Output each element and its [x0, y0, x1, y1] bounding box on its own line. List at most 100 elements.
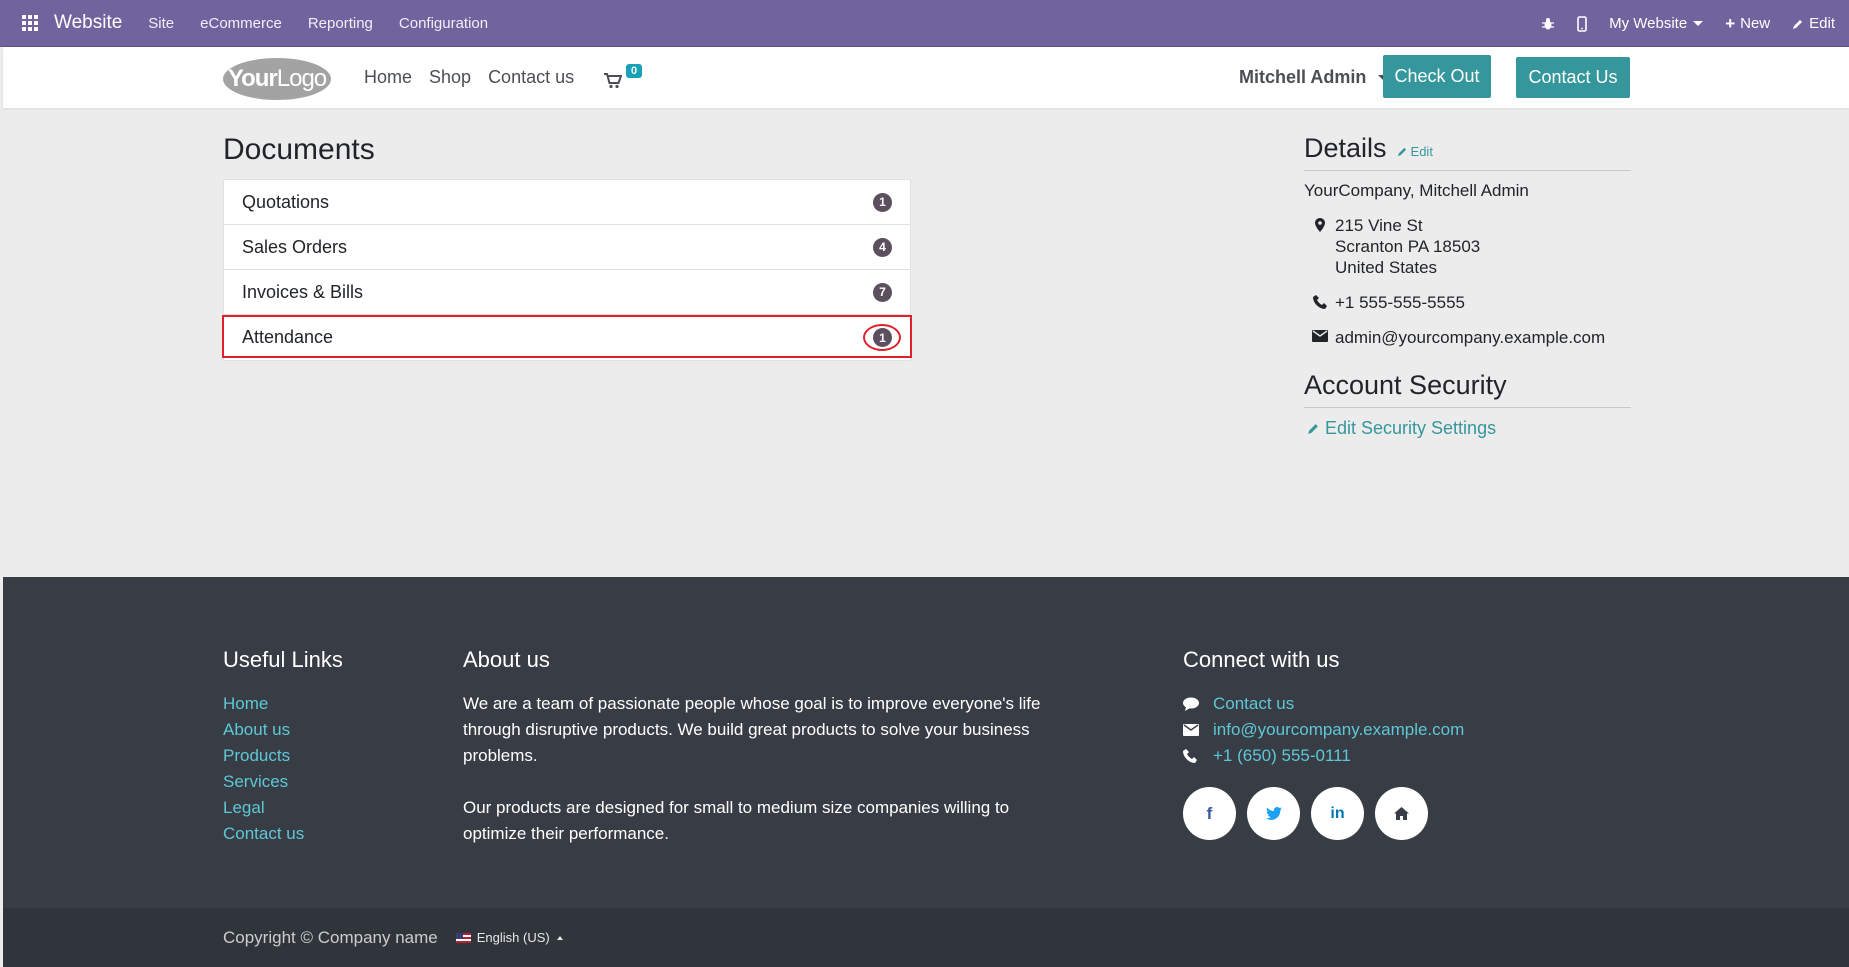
shopping-cart-icon	[604, 73, 622, 89]
documents-list: Quotations 1 Sales Orders 4 Invoices & B…	[223, 179, 911, 361]
doc-row-label: Sales Orders	[242, 236, 348, 257]
phone-number: +1 555-555-5555	[1335, 293, 1465, 312]
nav-shop[interactable]: Shop	[429, 67, 471, 88]
connect-contact-row[interactable]: Contact us	[1183, 691, 1464, 717]
connect-contact-link[interactable]: Contact us	[1213, 691, 1294, 717]
footer-link-about-us[interactable]: About us	[223, 717, 343, 743]
nav-contact-us[interactable]: Contact us	[488, 67, 574, 88]
mobile-preview-icon[interactable]	[1577, 15, 1587, 32]
menu-ecommerce[interactable]: eCommerce	[200, 15, 282, 32]
count-badge: 1	[873, 192, 892, 212]
menu-reporting[interactable]: Reporting	[308, 15, 373, 32]
edit-details-label: Edit	[1410, 144, 1433, 159]
edit-security-settings-label: Edit Security Settings	[1325, 418, 1497, 438]
address-row: 215 Vine St Scranton PA 18503 United Sta…	[1304, 215, 1631, 278]
footer-link-services[interactable]: Services	[223, 769, 343, 795]
about-us-paragraph-1: We are a team of passionate people whose…	[463, 694, 1041, 765]
useful-links-column: Useful Links Home About us Products Serv…	[223, 647, 343, 847]
pencil-icon	[1308, 424, 1318, 434]
facebook-icon[interactable]: f	[1183, 787, 1236, 840]
connect-email-link[interactable]: info@yourcompany.example.com	[1213, 717, 1464, 743]
linkedin-icon[interactable]: in	[1311, 787, 1364, 840]
cart-count-badge: 0	[626, 64, 643, 78]
connect-email-row[interactable]: info@yourcompany.example.com	[1183, 717, 1464, 743]
admin-topbar-right: My Website + New Edit	[1519, 0, 1835, 47]
site-logo[interactable]: Your Logo	[223, 58, 331, 100]
site-footer: Useful Links Home About us Products Serv…	[3, 577, 1849, 908]
home-icon[interactable]	[1375, 787, 1428, 840]
address-line-2: Scranton PA 18503	[1335, 237, 1481, 256]
connect-phone-row[interactable]: +1 (650) 555-0111	[1183, 743, 1464, 769]
connect-title: Connect with us	[1183, 647, 1340, 672]
envelope-icon	[1183, 724, 1213, 736]
new-label: New	[1740, 15, 1771, 32]
contact-us-button[interactable]: Contact Us	[1516, 57, 1630, 98]
footer-link-contact-us[interactable]: Contact us	[223, 821, 343, 847]
admin-menu: Site eCommerce Reporting Configuration	[148, 15, 514, 32]
menu-configuration[interactable]: Configuration	[399, 15, 488, 32]
phone-row: +1 555-555-5555	[1304, 292, 1631, 313]
main-nav: Home Shop Contact us	[364, 47, 591, 108]
edit-button[interactable]: Edit	[1792, 15, 1835, 32]
details-panel: Details Edit YourCompany, Mitchell Admin…	[1304, 133, 1631, 439]
phone-icon	[1304, 292, 1335, 313]
account-security-title: Account Security	[1304, 370, 1507, 400]
new-button[interactable]: + New	[1725, 14, 1770, 34]
email-row: admin@yourcompany.example.com	[1304, 327, 1631, 348]
details-header: Details Edit	[1304, 133, 1631, 171]
edit-label: Edit	[1809, 15, 1835, 32]
my-website-dropdown[interactable]: My Website	[1609, 15, 1704, 32]
comment-icon	[1183, 697, 1213, 711]
user-name: Mitchell Admin	[1239, 67, 1367, 87]
phone-icon	[1183, 749, 1213, 763]
useful-links-title: Useful Links	[223, 647, 343, 672]
admin-topbar: Website Site eCommerce Reporting Configu…	[0, 0, 1849, 47]
details-title: Details	[1304, 133, 1387, 163]
twitter-icon[interactable]	[1247, 787, 1300, 840]
plus-icon: +	[1725, 13, 1736, 33]
pencil-icon	[1793, 19, 1803, 29]
app-brand[interactable]: Website	[54, 12, 122, 34]
count-badge: 7	[873, 282, 892, 302]
account-security-header: Account Security	[1304, 370, 1631, 408]
footer-link-home[interactable]: Home	[223, 691, 343, 717]
envelope-icon	[1304, 327, 1335, 348]
check-out-button[interactable]: Check Out	[1383, 55, 1491, 98]
language-label: English (US)	[476, 930, 550, 945]
doc-row-sales-orders[interactable]: Sales Orders 4	[224, 225, 910, 270]
doc-row-label: Attendance	[242, 327, 334, 347]
cart-link[interactable]: 0	[604, 64, 644, 94]
count-badge: 1	[873, 328, 892, 347]
doc-row-label: Invoices & Bills	[242, 281, 364, 302]
chevron-up-icon	[556, 935, 563, 940]
footer-link-legal[interactable]: Legal	[223, 795, 343, 821]
copyright-bar: Copyright © Company name English (US)	[3, 908, 1849, 967]
edit-details-link[interactable]: Edit	[1397, 144, 1433, 159]
debug-bug-icon[interactable]	[1541, 17, 1555, 31]
edit-security-settings-link[interactable]: Edit Security Settings	[1304, 418, 1631, 439]
language-selector[interactable]: English (US)	[455, 930, 563, 945]
documents-title: Documents	[223, 133, 375, 166]
logo-text-bold: Your	[227, 65, 278, 92]
about-us-paragraph-2: Our products are designed for small to m…	[463, 798, 1010, 843]
us-flag-icon	[455, 932, 471, 943]
apps-grid-icon[interactable]	[22, 15, 38, 31]
count-badge: 4	[873, 237, 892, 257]
menu-site[interactable]: Site	[148, 15, 174, 32]
doc-row-label: Quotations	[242, 191, 330, 212]
connect-phone-link[interactable]: +1 (650) 555-0111	[1213, 743, 1351, 769]
doc-row-attendance[interactable]: Attendance 1	[224, 315, 910, 360]
company-name: YourCompany, Mitchell Admin	[1304, 181, 1529, 200]
pencil-icon	[1397, 147, 1406, 157]
address-line-1: 215 Vine St	[1335, 216, 1423, 235]
about-us-title: About us	[463, 647, 550, 672]
user-menu[interactable]: Mitchell Admin	[1239, 47, 1389, 108]
doc-row-invoices-bills[interactable]: Invoices & Bills 7	[224, 270, 910, 315]
connect-column: Connect with us Contact us info@yourcomp…	[1183, 647, 1464, 840]
about-us-column: About us We are a team of passionate peo…	[463, 647, 1043, 847]
email-address: admin@yourcompany.example.com	[1335, 328, 1606, 347]
doc-row-quotations[interactable]: Quotations 1	[224, 180, 910, 225]
nav-home[interactable]: Home	[364, 67, 412, 88]
footer-link-products[interactable]: Products	[223, 743, 343, 769]
chevron-down-icon	[1693, 21, 1704, 26]
